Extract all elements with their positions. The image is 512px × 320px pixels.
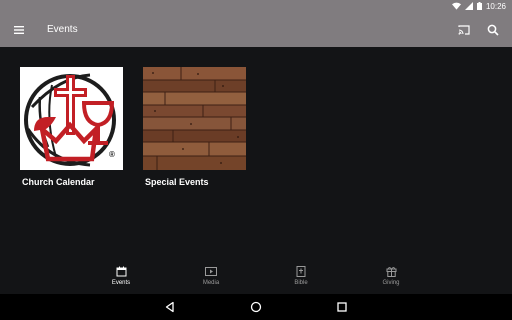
wood-texture-image bbox=[143, 67, 246, 170]
recents-button[interactable] bbox=[335, 300, 349, 314]
nav-tab-events[interactable]: Events bbox=[91, 266, 151, 292]
search-button[interactable] bbox=[486, 23, 500, 37]
church-logo-image: ® bbox=[20, 67, 123, 170]
event-card-label: Church Calendar bbox=[22, 177, 95, 187]
nav-tab-label: Media bbox=[202, 280, 220, 286]
back-icon bbox=[165, 301, 174, 313]
status-bar: 10:26 bbox=[0, 0, 512, 12]
back-button[interactable] bbox=[163, 300, 177, 314]
app-bar: Events bbox=[0, 12, 512, 47]
calendar-icon bbox=[116, 266, 126, 277]
nav-tab-giving[interactable]: Giving bbox=[361, 266, 421, 292]
event-card-church-calendar[interactable]: ® Church Calendar bbox=[20, 67, 123, 187]
menu-button[interactable] bbox=[12, 23, 26, 37]
wifi-icon bbox=[451, 2, 461, 10]
events-grid: ® Church Calendar Special Events bbox=[0, 47, 512, 262]
search-icon bbox=[487, 24, 499, 36]
bottom-nav: Events Media Bible Giving bbox=[0, 262, 512, 294]
cast-icon bbox=[458, 25, 470, 35]
menu-icon bbox=[14, 26, 24, 34]
nav-tab-label: Bible bbox=[294, 280, 308, 286]
event-card-label: Special Events bbox=[145, 177, 209, 187]
gift-icon bbox=[386, 266, 396, 277]
home-icon bbox=[250, 301, 262, 313]
nav-tab-label: Giving bbox=[382, 280, 400, 286]
status-time: 10:26 bbox=[485, 1, 506, 11]
home-button[interactable] bbox=[249, 300, 263, 314]
event-card-special-events[interactable]: Special Events bbox=[143, 67, 246, 187]
bible-icon bbox=[296, 266, 306, 277]
registered-mark: ® bbox=[109, 150, 115, 159]
nav-tab-label: Events bbox=[111, 280, 131, 286]
cell-signal-icon bbox=[464, 2, 473, 10]
cast-button[interactable] bbox=[457, 23, 471, 37]
media-icon bbox=[205, 267, 217, 276]
recents-icon bbox=[337, 302, 347, 312]
page-title: Events bbox=[47, 24, 78, 35]
battery-icon bbox=[476, 2, 482, 10]
nav-tab-media[interactable]: Media bbox=[181, 266, 241, 292]
nav-tab-bible[interactable]: Bible bbox=[271, 266, 331, 292]
system-nav-bar bbox=[0, 294, 512, 320]
